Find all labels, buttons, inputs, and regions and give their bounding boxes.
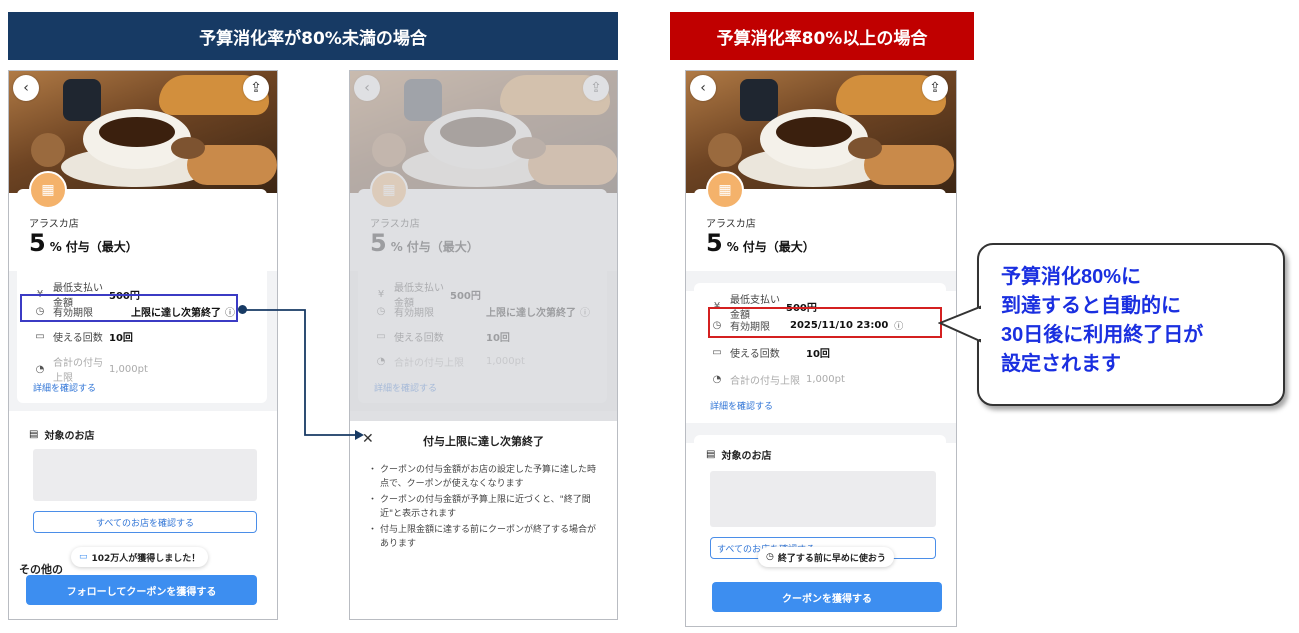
explanation-callout: 予算消化80%に 到達すると自動的に 30日後に利用終了日が 設定されます — [977, 243, 1285, 406]
connector-dot — [238, 305, 247, 314]
callout-text: 予算消化80%に 到達すると自動的に 30日後に利用終了日が 設定されます — [1001, 266, 1204, 375]
callout-tail — [938, 305, 982, 343]
